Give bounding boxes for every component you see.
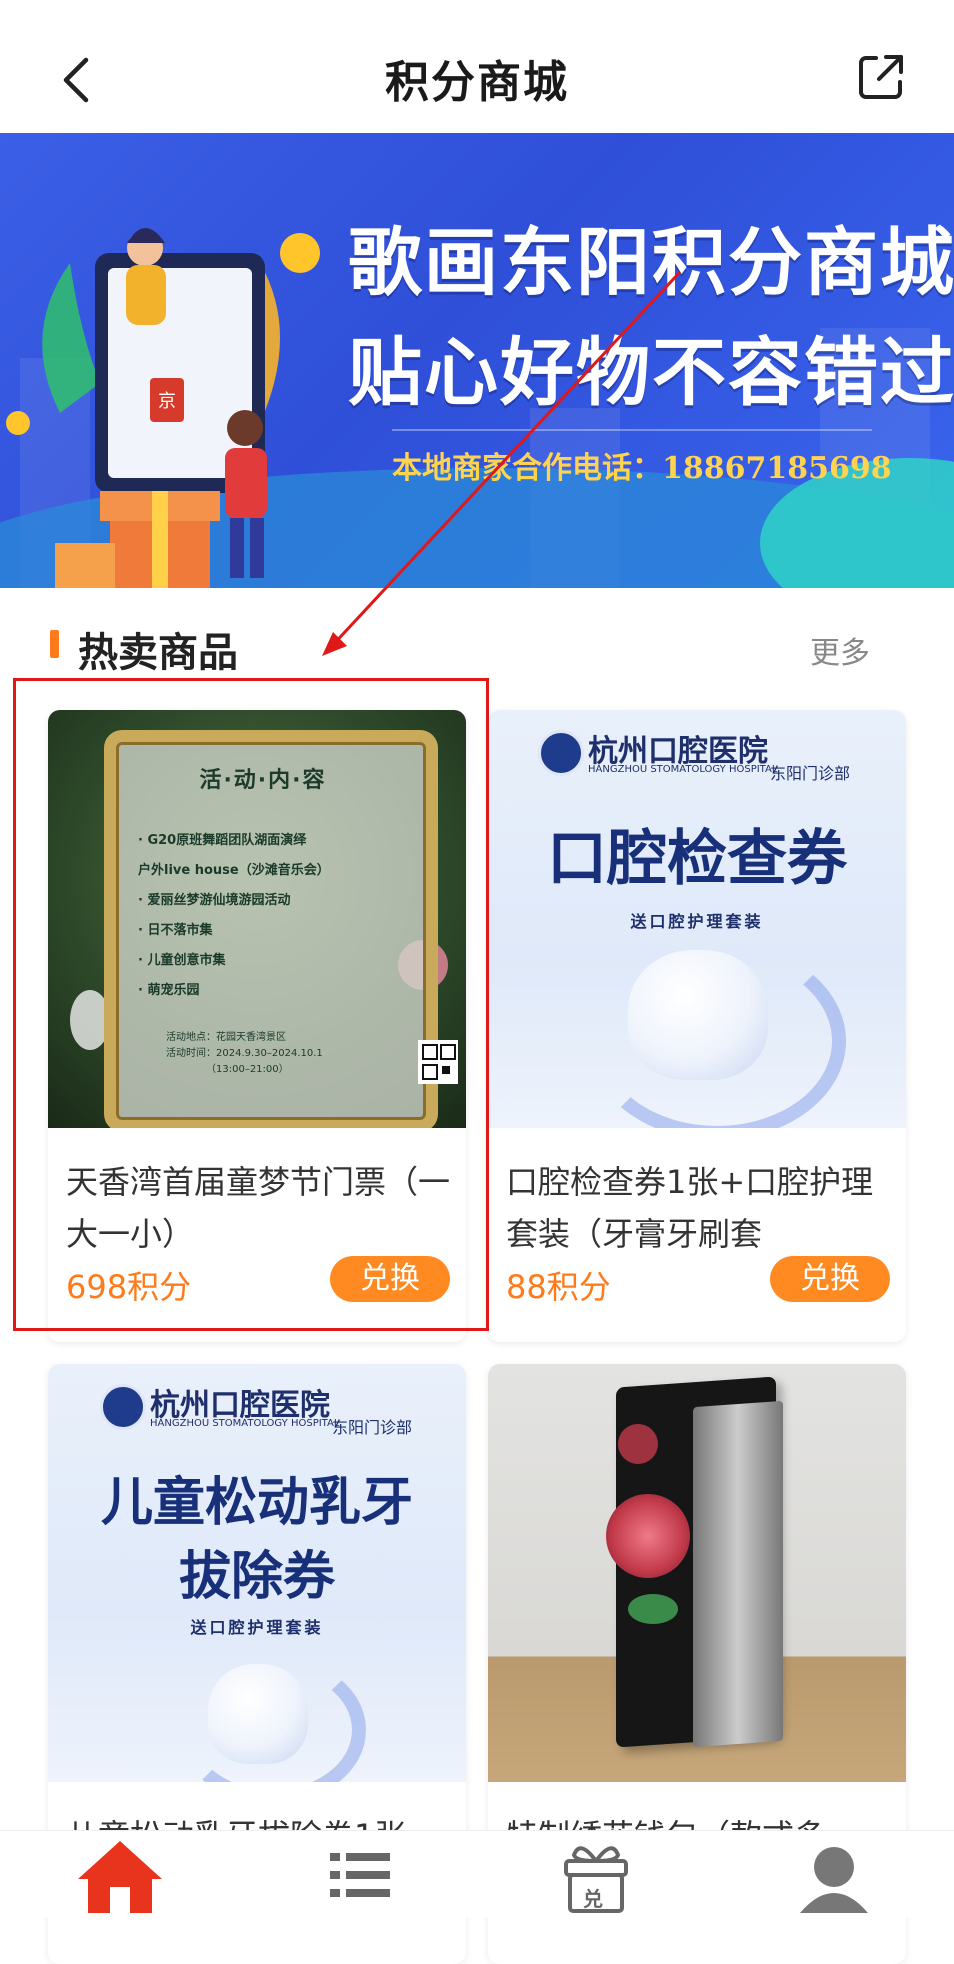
embroidery-flower xyxy=(618,1424,658,1464)
product-image[interactable]: 活·动·内·容 · G20原班舞蹈团队湖面演绎 户外live house（沙滩音… xyxy=(48,710,466,1128)
banner-headline-2: 贴心好物不容错过 xyxy=(348,330,954,416)
banner-phone-text: 本地商家合作电话：18867185698 xyxy=(392,451,892,486)
hospital-logo-icon xyxy=(100,1384,146,1430)
product-card[interactable]: 活·动·内·容 · G20原班舞蹈团队湖面演绎 户外live house（沙滩音… xyxy=(48,710,466,1342)
product-image[interactable] xyxy=(488,1364,906,1782)
banner-divider xyxy=(392,429,872,431)
svg-text:京: 京 xyxy=(158,391,176,412)
section-title: 热卖商品 xyxy=(78,630,238,676)
banner-illustration: 京 xyxy=(6,228,320,588)
list-icon xyxy=(330,1853,390,1897)
more-link[interactable]: 更多 xyxy=(810,628,870,672)
poster-item-list: · G20原班舞蹈团队湖面演绎 户外live house（沙滩音乐会） · 爱丽… xyxy=(138,826,398,1006)
hospital-name-en: HANGZHOU STOMATOLOGY HOSPITAL xyxy=(150,1418,340,1429)
bottom-tab-bar: 兑 xyxy=(0,1830,954,1917)
poster-item: · G20原班舞蹈团队湖面演绎 xyxy=(138,833,307,848)
tab-exchange[interactable]: 兑 xyxy=(546,1835,646,1913)
product-name: 天香湾首届童梦节门票（一大一小） xyxy=(66,1163,451,1253)
exchange-button[interactable]: 兑换 xyxy=(770,1256,890,1302)
tooth-illustration xyxy=(628,950,768,1080)
coupon-subtitle: 送口腔护理套装 xyxy=(190,1618,324,1637)
poster-place: 活动地点：花园天香湾景区 xyxy=(166,1032,286,1043)
hospital-branch: 东阳门诊部 xyxy=(770,764,851,783)
wallet-frame xyxy=(693,1400,783,1748)
poster-item: · 爱丽丝梦游仙境游园活动 xyxy=(138,893,291,908)
user-icon xyxy=(800,1847,868,1913)
product-image[interactable]: 杭州口腔医院 HANGZHOU STOMATOLOGY HOSPITAL 东阳门… xyxy=(488,710,906,1128)
poster-info: 活动地点：花园天香湾景区 活动时间：2024.9.30–2024.10.1 （1… xyxy=(166,1030,386,1078)
embroidery-flower xyxy=(606,1494,690,1578)
tab-profile[interactable] xyxy=(784,1835,884,1913)
poster-item: 户外live house（沙滩音乐会） xyxy=(138,863,330,878)
coupon-title-line1: 儿童松动乳牙 xyxy=(100,1473,413,1533)
hospital-name-en: HANGZHOU STOMATOLOGY HOSPITAL xyxy=(588,764,778,775)
top-nav-bar: 积分商城 xyxy=(0,0,954,133)
banner-headline-1: 歌画东阳积分商城 xyxy=(348,220,954,306)
product-card[interactable]: 杭州口腔医院 HANGZHOU STOMATOLOGY HOSPITAL 东阳门… xyxy=(488,710,906,1342)
embroidery-leaf xyxy=(628,1594,678,1624)
exchange-button[interactable]: 兑换 xyxy=(330,1256,450,1302)
tooth-illustration xyxy=(208,1664,308,1764)
share-button[interactable] xyxy=(856,52,906,102)
tab-list[interactable] xyxy=(308,1835,408,1913)
product-image[interactable]: 杭州口腔医院 HANGZHOU STOMATOLOGY HOSPITAL 东阳门… xyxy=(48,1364,466,1782)
page-title: 积分商城 xyxy=(385,57,569,108)
share-external-icon xyxy=(859,55,903,99)
hospital-branch: 东阳门诊部 xyxy=(332,1418,413,1437)
tab-exchange-label: 兑 xyxy=(583,1887,603,1911)
poster-title: 活·动·内·容 xyxy=(199,768,327,793)
product-price: 698积分 xyxy=(66,1268,192,1306)
poster-hours: （13:00–21:00） xyxy=(206,1064,289,1075)
coupon-title-line2: 拔除券 xyxy=(178,1547,335,1607)
poster-item: · 儿童创意市集 xyxy=(138,953,226,968)
coupon-title: 口腔检查券 xyxy=(547,824,847,894)
poster-item: · 日不落市集 xyxy=(138,923,213,938)
section-accent-bar xyxy=(50,630,59,658)
product-name: 口腔检查券1张+口腔护理套装（牙膏牙刷套 xyxy=(506,1163,874,1253)
product-price: 88积分 xyxy=(506,1268,611,1306)
hot-products-header: 热卖商品 更多 xyxy=(0,610,954,680)
tab-home[interactable] xyxy=(70,1835,170,1913)
hospital-logo-icon xyxy=(538,730,584,776)
poster-item: · 萌宠乐园 xyxy=(138,983,200,998)
coupon-subtitle: 送口腔护理套装 xyxy=(630,912,764,931)
poster-time: 活动时间：2024.9.30–2024.10.1 xyxy=(166,1048,323,1059)
promo-banner[interactable]: 京 歌画东阳积分商城 贴心好物不容错过 本地商家合作电话：18867185698 xyxy=(0,133,954,588)
home-icon xyxy=(78,1841,162,1913)
qr-code xyxy=(418,1040,458,1084)
